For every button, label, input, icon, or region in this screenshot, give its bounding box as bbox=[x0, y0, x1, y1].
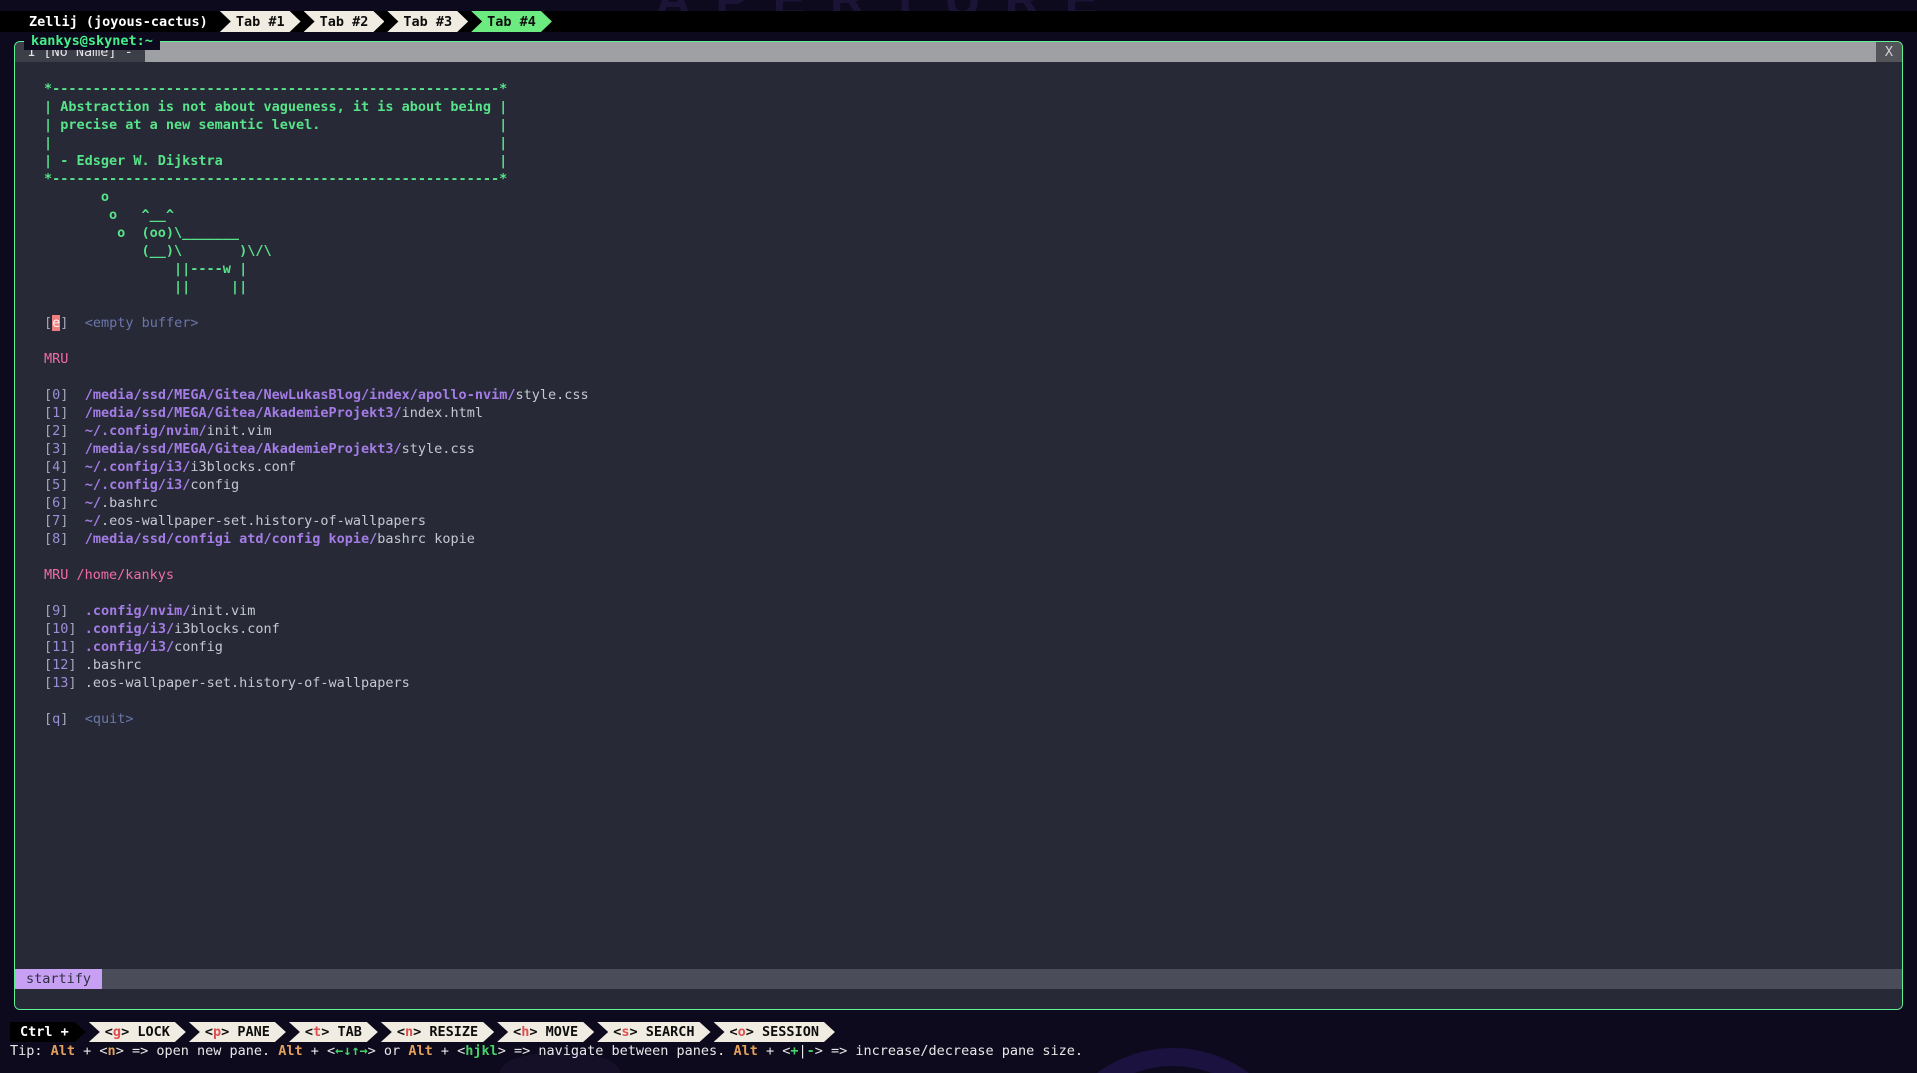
keybar-segment-resize: <n> RESIZE bbox=[381, 1022, 494, 1042]
tab-2[interactable]: Tab #2 bbox=[304, 11, 385, 32]
tip-segment: + < bbox=[433, 1043, 466, 1059]
terminal-pane: 1 [No Name] - X *-----------------------… bbox=[14, 41, 1903, 1010]
mru-entry[interactable]: [11] .config/i3/config bbox=[44, 639, 223, 655]
ctrl-prefix: Ctrl + bbox=[10, 1022, 86, 1042]
quote-line: | - Edsger W. Dijkstra | bbox=[44, 153, 507, 169]
keybar-segment-session: <o> SESSION bbox=[714, 1022, 835, 1042]
tip-segment: hjkl bbox=[465, 1043, 498, 1059]
wallpaper-watermark: APERTURE bbox=[655, 0, 1122, 8]
quote-line: | Abstraction is not about vagueness, it… bbox=[44, 99, 507, 115]
tip-segment: Alt bbox=[408, 1043, 432, 1059]
mru-entry[interactable]: [12] .bashrc bbox=[44, 657, 142, 673]
quote-line: *---------------------------------------… bbox=[44, 171, 507, 187]
zellij-tab-bar: Zellij (joyous-cactus) Tab #1Tab #2Tab #… bbox=[0, 11, 1917, 32]
cow-art-line: o (oo)\_______ bbox=[44, 225, 239, 241]
mru-entry[interactable]: [1] /media/ssd/MEGA/Gitea/AkademieProjek… bbox=[44, 405, 483, 421]
session-name: Zellij (joyous-cactus) bbox=[29, 11, 208, 32]
screen: APERTURE Zellij (joyous-cactus) Tab #1Ta… bbox=[0, 0, 1917, 1073]
mru-entry[interactable]: [3] /media/ssd/MEGA/Gitea/AkademieProjek… bbox=[44, 441, 475, 457]
empty-buffer-entry[interactable]: [e] <empty buffer> bbox=[44, 315, 198, 331]
vim-statusline: startify bbox=[15, 969, 1902, 989]
keybar-segment-move: <h> MOVE bbox=[497, 1022, 594, 1042]
mru-entry[interactable]: [9] .config/nvim/init.vim bbox=[44, 603, 255, 619]
mru-entry[interactable]: [7] ~/.eos-wallpaper-set.history-of-wall… bbox=[44, 513, 426, 529]
quote-line: | | bbox=[44, 135, 507, 151]
tab-3[interactable]: Tab #3 bbox=[387, 11, 468, 32]
tip-segment: n bbox=[108, 1043, 116, 1059]
mru-entry[interactable]: [2] ~/.config/nvim/init.vim bbox=[44, 423, 272, 439]
cow-art-line: o bbox=[44, 189, 109, 205]
mru-entry[interactable]: [5] ~/.config/i3/config bbox=[44, 477, 239, 493]
keybar-segment-pane: <p> PANE bbox=[189, 1022, 286, 1042]
tip-segment: > => increase/decrease pane size. bbox=[815, 1043, 1083, 1059]
quote-line: | precise at a new semantic level. | bbox=[44, 117, 507, 133]
statusline-mode-chip: startify bbox=[15, 969, 102, 989]
vim-tabline: 1 [No Name] - X bbox=[15, 42, 1902, 62]
tab-4[interactable]: Tab #4 bbox=[471, 11, 552, 32]
tip-segment: ←↓↑→ bbox=[335, 1043, 368, 1059]
keybar-segment-tab: <t> TAB bbox=[289, 1022, 378, 1042]
tip-segment: Alt bbox=[278, 1043, 302, 1059]
tip-segment: + < bbox=[75, 1043, 108, 1059]
mru-entry[interactable]: [10] .config/i3/i3blocks.conf bbox=[44, 621, 280, 637]
mru-entry[interactable]: [0] /media/ssd/MEGA/Gitea/NewLukasBlog/i… bbox=[44, 387, 589, 403]
tab-1[interactable]: Tab #1 bbox=[220, 11, 301, 32]
tip-segment: Alt bbox=[733, 1043, 757, 1059]
tip-segment: + < bbox=[758, 1043, 791, 1059]
tip-segment: Tip: bbox=[10, 1043, 51, 1059]
tip-line: Tip: Alt + <n> => open new pane. Alt + <… bbox=[10, 1042, 1083, 1060]
tip-segment: > or bbox=[368, 1043, 409, 1059]
tab-list: Tab #1Tab #2Tab #3Tab #4 bbox=[220, 11, 552, 32]
statusline-fill bbox=[102, 969, 1902, 989]
mru-entry[interactable]: [13] .eos-wallpaper-set.history-of-wallp… bbox=[44, 675, 410, 691]
quit-entry[interactable]: [q] <quit> bbox=[44, 711, 133, 727]
tip-segment: | bbox=[798, 1043, 806, 1059]
mru-entry[interactable]: [8] /media/ssd/configi atd/config kopie/… bbox=[44, 531, 475, 547]
quote-line: *---------------------------------------… bbox=[44, 81, 507, 97]
tip-segment: > => open new pane. bbox=[116, 1043, 279, 1059]
mru-entry[interactable]: [4] ~/.config/i3/i3blocks.conf bbox=[44, 459, 296, 475]
wallpaper-arc-shape bbox=[1045, 1048, 1301, 1073]
keybar-segment-lock: <g> LOCK bbox=[89, 1022, 186, 1042]
cow-art-line: || || bbox=[44, 279, 247, 295]
mru-entry[interactable]: [6] ~/.bashrc bbox=[44, 495, 158, 511]
vim-tabline-fill bbox=[145, 42, 1876, 62]
vim-command-line bbox=[15, 989, 1902, 1009]
close-tab-button[interactable]: X bbox=[1876, 42, 1902, 62]
mru-header: MRU /home/kankys bbox=[44, 567, 174, 583]
keybind-bar: Ctrl + <g> LOCK<p> PANE<t> TAB<n> RESIZE… bbox=[10, 1022, 835, 1042]
tip-segment: - bbox=[807, 1043, 815, 1059]
pane-title: kankys@skynet:~ bbox=[24, 32, 160, 50]
cow-art-line: (__)\ )\/\ bbox=[44, 243, 272, 259]
startify-buffer: *---------------------------------------… bbox=[15, 62, 1902, 969]
cow-art-line: o ^__^ bbox=[44, 207, 174, 223]
tip-segment: + < bbox=[303, 1043, 336, 1059]
tip-segment: > => navigate between panes. bbox=[498, 1043, 734, 1059]
keybar-segment-search: <s> SEARCH bbox=[597, 1022, 710, 1042]
tip-segment: Alt bbox=[51, 1043, 75, 1059]
cow-art-line: ||----w | bbox=[44, 261, 247, 277]
mru-header: MRU bbox=[44, 351, 68, 367]
